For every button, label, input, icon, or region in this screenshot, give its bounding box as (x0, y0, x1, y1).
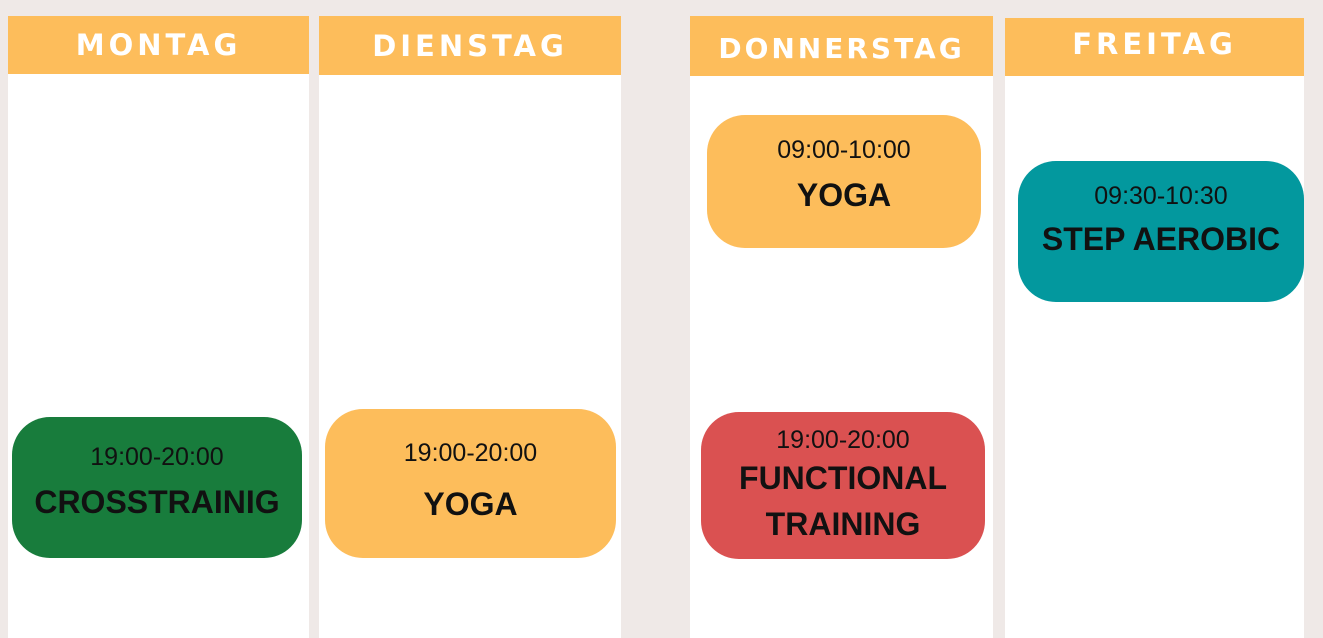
day-label: DIENSTAG (372, 28, 568, 63)
day-header-donnerstag: DONNERSTAG (690, 16, 993, 76)
class-time: 19:00-20:00 (776, 426, 910, 455)
day-header-dienstag: DIENSTAG (319, 16, 621, 75)
class-card-yoga-donnerstag[interactable]: 09:00-10:00 YOGA (707, 115, 981, 248)
day-label: FREITAG (1072, 27, 1237, 61)
class-time: 09:30-10:30 (1094, 181, 1228, 210)
day-header-freitag: FREITAG (1005, 18, 1304, 76)
class-name: CROSSTRAINIG (34, 484, 280, 521)
class-name: YOGA (796, 177, 892, 214)
class-name: STEP AEROBIC (1041, 221, 1281, 258)
class-card-functional-training[interactable]: 19:00-20:00 FUNCTIONAL TRAINING (701, 412, 985, 559)
class-card-step-aerobic[interactable]: 09:30-10:30 STEP AEROBIC (1018, 161, 1304, 302)
class-time: 19:00-20:00 (90, 442, 224, 471)
day-column-freitag: FREITAG (1005, 18, 1304, 638)
class-name: YOGA (423, 486, 518, 523)
day-label: DONNERSTAG (718, 31, 965, 65)
class-name-line-2: TRAINING (765, 506, 921, 543)
class-card-yoga-dienstag[interactable]: 19:00-20:00 YOGA (325, 409, 616, 558)
class-time: 09:00-10:00 (777, 135, 911, 164)
class-card-crosstraining[interactable]: 19:00-20:00 CROSSTRAINIG (12, 417, 302, 558)
day-label: MONTAG (75, 28, 242, 62)
class-time: 19:00-20:00 (403, 438, 538, 467)
day-header-montag: MONTAG (8, 16, 309, 74)
class-name-line-1: FUNCTIONAL (739, 459, 947, 496)
